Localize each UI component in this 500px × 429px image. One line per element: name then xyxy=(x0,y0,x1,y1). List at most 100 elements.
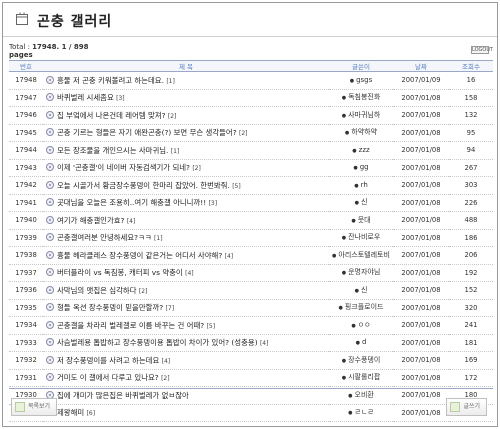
bug-icon xyxy=(46,180,54,189)
post-subject-cell: 집에 개미가 많은집은 바퀴벌레가 없ㅂ잖아 xyxy=(43,386,329,405)
table-row[interactable]: 17939 곤충갤여러분 안녕하세요?ㅋㅋ [1] ● 잔나비로우 2007/01/08… xyxy=(9,229,493,247)
post-date: 2007/01/08 xyxy=(393,316,449,335)
post-author[interactable]: 장수풍뎅이 xyxy=(348,356,380,364)
person-dot-icon: ● xyxy=(352,147,357,154)
list-button[interactable]: 목록보기 xyxy=(11,398,58,416)
post-author[interactable]: 신 xyxy=(361,286,367,294)
post-title-link[interactable]: 거미도 이 갤에서 다루고 있나요? xyxy=(57,373,159,382)
post-hits: 16 xyxy=(449,71,493,90)
table-row[interactable]: 17937 버터플라이 vs 독침봉, 캐터피 vs 약충이 [4] ● 운명자야님 2… xyxy=(9,264,493,282)
bug-icon xyxy=(46,145,54,154)
post-author[interactable]: 하약하약 xyxy=(351,128,377,136)
post-title-link[interactable]: 바퀴벌레 시세좀요 xyxy=(57,93,114,102)
post-author[interactable]: d xyxy=(362,338,366,346)
table-row[interactable]: 17938 흉물 헤라클레스 장수풍뎅이 같은거는 어디서 사야해? [4] ● 아리… xyxy=(9,246,493,265)
comment-count: [2] xyxy=(192,165,201,173)
post-title-link[interactable]: 곤충갤을 차라리 벌레갤로 이름 바꾸는 건 어때? xyxy=(57,321,204,330)
post-author[interactable]: 아리스토텔레토비 xyxy=(338,251,390,259)
bug-icon xyxy=(46,303,54,312)
post-title-link[interactable]: 사막님의 맷집은 심각하다 xyxy=(57,286,137,295)
post-title-link[interactable]: 곳대님을 오늘은 조용히..여기 해충갤 아니니까!! xyxy=(57,198,206,207)
post-title-link[interactable]: 형들 옥션 장수풍뎅이 믿을만할까? xyxy=(57,303,163,312)
post-author[interactable]: 잔나비로우 xyxy=(348,233,380,241)
post-title-link[interactable]: 제왕해미 xyxy=(57,408,84,417)
comment-count: [2] xyxy=(167,112,177,120)
post-title-link[interactable]: 집 부엌에서 나온건데 레어템 맞져? xyxy=(57,111,166,120)
post-title-link[interactable]: 저 장수풍뎅이를 사려고 하는데요 xyxy=(57,356,159,365)
post-subject-cell: 여기가 해충갤인가효? [4] xyxy=(43,211,329,230)
comment-count: [5] xyxy=(232,182,241,190)
post-author-cell: ● ㄹㄴㄹ xyxy=(329,404,393,422)
post-author-cell: ● 아리스토텔레토비 xyxy=(329,246,393,265)
post-hits: 172 xyxy=(449,369,493,387)
post-author[interactable]: 운명자야님 xyxy=(348,268,380,276)
post-number: 17939 xyxy=(9,229,43,247)
bug-icon xyxy=(46,355,54,364)
post-author[interactable]: gg xyxy=(360,163,369,171)
table-row[interactable]: 17946 집 부엌에서 나온건데 레어템 맞져? [2] ● 사마귀님하 2007/0… xyxy=(9,106,493,125)
column-header-number: 번호 xyxy=(9,60,43,72)
post-author[interactable]: 독침봉진화 xyxy=(348,93,380,101)
table-row[interactable]: 17940 여기가 해충갤인가효? [4] ● 뭇대 2007/01/08 488 xyxy=(9,211,493,230)
table-row[interactable]: 17929제왕해미 [6]●ㄹㄴㄹ2007/01/08376 xyxy=(9,404,493,422)
post-subject-cell: 곤충갤여러분 안녕하세요?ㅋㅋ [1] xyxy=(43,229,329,247)
person-dot-icon: ● xyxy=(332,252,337,259)
post-author[interactable]: ㅇㅇ xyxy=(358,321,371,329)
comment-count: [1] xyxy=(166,77,175,85)
table-row[interactable]: 17942 오늘 시골가서 황금장수풍뎅이 한마리 잡았어. 한번봐줘. [5] ●… xyxy=(9,176,493,195)
post-author[interactable]: zzz xyxy=(359,146,370,154)
post-date: 2007/01/08 xyxy=(393,299,449,317)
post-subject-cell: 저 장수풍뎅이를 사려고 하는데요 [4] xyxy=(43,351,329,370)
comment-count: [7] xyxy=(165,305,175,313)
table-row[interactable]: 17944 모든 장조물을 개인으시는 사마귀님. [1] ● zzz 2007/01/… xyxy=(9,141,493,160)
post-title-link[interactable]: 흥물 저 곤충 키워볼려고 하는데요. xyxy=(57,76,164,85)
table-row[interactable]: 17936 사막님의 맷집은 심각하다 [2] ● 신 2007/01/08 152 xyxy=(9,281,493,300)
comment-count: [4] xyxy=(259,340,269,348)
table-row[interactable]: 17934 곤충갤을 차라리 벌레갤로 이름 바꾸는 건 어때? [5] ● ㅇㅇ 20… xyxy=(9,316,493,335)
table-row[interactable]: 17931 거미도 이 갤에서 다루고 있나요? [2] ● 시팔롤리팝 2007/01… xyxy=(9,369,493,387)
post-number: 17944 xyxy=(9,141,43,160)
comment-count: [2] xyxy=(239,130,248,138)
table-row[interactable]: 17932 저 장수풍뎅이를 사려고 하는데요 [4] ● 장수풍뎅이 2007/01/… xyxy=(9,351,493,370)
gallery-window: 곤충 갤러리 Total : 17948. 1 / 898 pages LOGO… xyxy=(2,2,498,427)
comment-count: [5] xyxy=(206,322,216,330)
post-author[interactable]: 오비환 xyxy=(355,391,374,399)
post-author[interactable]: 신 xyxy=(361,198,367,206)
post-title-link[interactable]: 집에 개미가 많은집은 바퀴벌레가 없ㅂ잖아 xyxy=(57,391,189,400)
post-title-link[interactable]: 모든 장조물을 개인으시는 사마귀님. xyxy=(57,146,168,155)
post-author[interactable]: 뭇대 xyxy=(358,216,371,224)
post-author[interactable]: 핑크플로이드 xyxy=(345,303,384,311)
post-author[interactable]: ㄹㄴㄹ xyxy=(355,408,374,416)
post-author-cell: ● gsgs xyxy=(329,71,393,90)
table-row[interactable]: 17947 바퀴벌레 시세좀요 [3] ● 독침봉진화 2007/01/08 158 xyxy=(9,89,493,107)
table-row[interactable]: 17948 흥물 저 곤충 키워볼려고 하는데요. [1] ● gsgs 2007/01… xyxy=(9,71,493,90)
post-author[interactable]: 사마귀님하 xyxy=(348,111,380,119)
post-author[interactable]: 시팔롤리팝 xyxy=(348,373,380,381)
column-header-subject: 제 목 xyxy=(43,60,329,72)
table-row[interactable]: 17941 곳대님을 오늘은 조용히..여기 해충갤 아니니까!! [3] ● 신 20… xyxy=(9,194,493,212)
write-icon xyxy=(450,402,461,412)
post-title-link[interactable]: 이제 '곤충갤'이 네이버 자동검색기가 되네? xyxy=(57,163,190,172)
logout-button[interactable]: LOGOUT xyxy=(471,46,493,54)
post-title-link[interactable]: 곤충 기르는 형들은 자기 애완곤충(?) 보면 무슨 생각들어? xyxy=(57,128,237,137)
table-row[interactable]: 17943 이제 '곤충갤'이 네이버 자동검색기가 되네? [2] ● gg 2007… xyxy=(9,159,493,177)
post-title-link[interactable]: 여기가 해충갤인가효? xyxy=(57,216,124,225)
post-title-link[interactable]: 오늘 시골가서 황금장수풍뎅이 한마리 잡았어. 한번봐줘. xyxy=(57,181,230,190)
person-dot-icon: ● xyxy=(338,305,343,312)
comment-count: [4] xyxy=(161,357,171,365)
post-title-link[interactable]: 사슴벌레용 톱밥하고 장수풍뎅이용 톱밥이 차이가 있어? (성충용) xyxy=(57,338,258,347)
post-title-link[interactable]: 흉물 헤라클레스 장수풍뎅이 같은거는 어디서 사야해? xyxy=(57,251,222,260)
table-row[interactable]: 17945 곤충 기르는 형들은 자기 애완곤충(?) 보면 무슨 생각들어? [… xyxy=(9,124,493,142)
bug-icon xyxy=(46,338,54,347)
table-row[interactable]: 17930 집에 개미가 많은집은 바퀴벌레가 없ㅂ잖아 ● 오비환 2007/01/… xyxy=(9,386,493,405)
post-author[interactable]: gsgs xyxy=(356,76,372,84)
post-date: 2007/01/08 xyxy=(393,334,449,352)
write-button[interactable]: 글쓰기 xyxy=(446,398,487,416)
post-hits: 192 xyxy=(449,264,493,282)
table-row[interactable]: 17935 형들 옥션 장수풍뎅이 믿을만할까? [7] ● 핑크플로이드 2007/0… xyxy=(9,299,493,317)
post-title-link[interactable]: 곤충갤여러분 안녕하세요?ㅋㅋ xyxy=(57,233,152,242)
post-title-link[interactable]: 버터플라이 vs 독침봉, 캐터피 vs 약충이 xyxy=(57,268,183,277)
table-row[interactable]: 17933 사슴벌레용 톱밥하고 장수풍뎅이용 톱밥이 차이가 있어? (성충용)… xyxy=(9,334,493,352)
post-author[interactable]: rh xyxy=(361,181,368,189)
person-dot-icon: ● xyxy=(341,357,347,364)
